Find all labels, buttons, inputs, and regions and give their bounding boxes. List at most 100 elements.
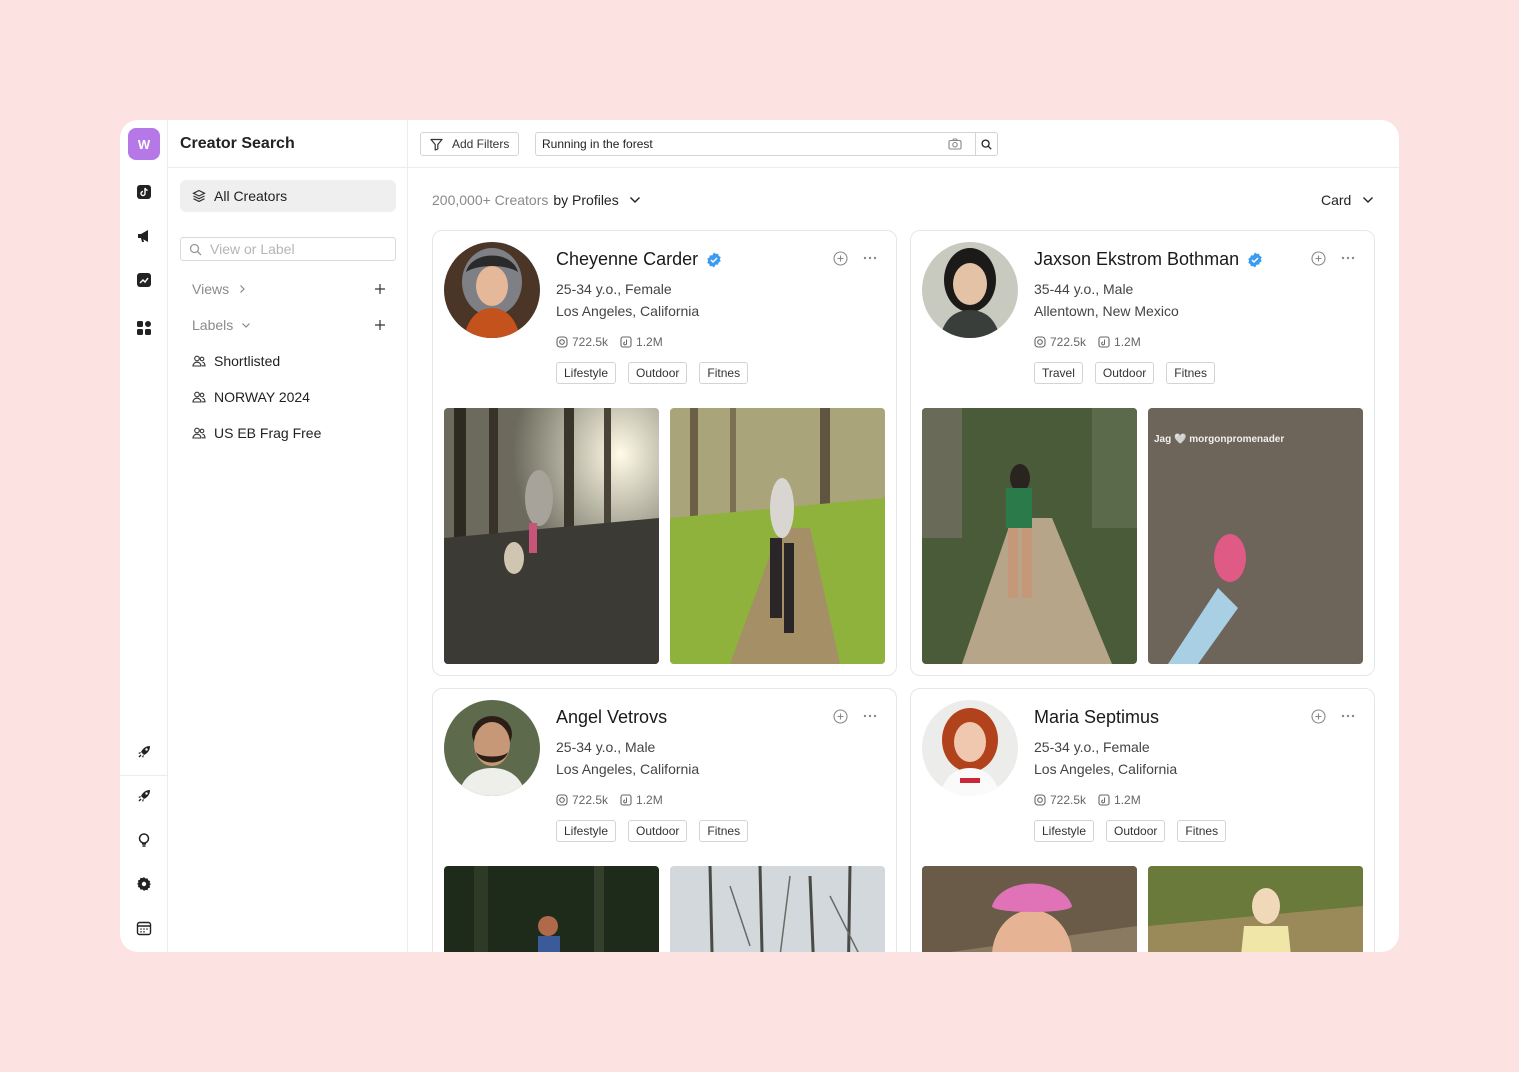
tiktok-icon: [1098, 336, 1110, 348]
labels-section[interactable]: Labels: [192, 315, 388, 335]
plus-circle-icon: [832, 250, 848, 266]
avatar[interactable]: [922, 700, 1018, 796]
creator-card[interactable]: Jaxson Ekstrom Bothman 35-44 y.o., Male …: [910, 230, 1375, 676]
search-input[interactable]: [536, 137, 936, 151]
add-to-list-button[interactable]: [831, 249, 849, 267]
add-label-button[interactable]: [372, 317, 388, 333]
results-count: 200,000+ Creators: [432, 192, 549, 208]
label-item[interactable]: US EB Frag Free: [192, 423, 321, 443]
creator-location: Allentown, New Mexico: [1034, 303, 1179, 319]
creator-card[interactable]: Cheyenne Carder 25-34 y.o., Female Los A…: [432, 230, 897, 676]
add-filters-label: Add Filters: [452, 137, 510, 151]
instagram-icon: [1034, 336, 1046, 348]
view-label-search-input[interactable]: [210, 241, 390, 257]
add-to-list-button[interactable]: [1309, 707, 1327, 725]
results-summary: 200,000+ Creators by Profiles: [432, 190, 641, 210]
instagram-followers: 722.5k: [1050, 335, 1087, 349]
view-mode-selector[interactable]: Card: [1321, 190, 1374, 210]
rocket-icon[interactable]: [134, 786, 154, 806]
add-filters-button[interactable]: Add Filters: [420, 132, 519, 156]
tiktok-stat: 1.2M: [620, 793, 663, 807]
plus-circle-icon: [1310, 708, 1326, 724]
add-view-button[interactable]: [372, 281, 388, 297]
creator-stats: 722.5k 1.2M: [1034, 335, 1153, 349]
megaphone-icon[interactable]: [134, 226, 154, 246]
tiktok-followers: 1.2M: [1114, 793, 1141, 807]
views-section-label: Views: [192, 281, 230, 297]
instagram-followers: 722.5k: [572, 335, 609, 349]
label-item[interactable]: NORWAY 2024: [192, 387, 310, 407]
rocket-icon[interactable]: [134, 742, 154, 762]
content-thumbnail[interactable]: [922, 866, 1137, 952]
camera-icon[interactable]: [947, 137, 963, 151]
content-thumbnail[interactable]: Jag 🤍 morgonpromenader: [1148, 408, 1363, 664]
creator-demographics: 25-34 y.o., Female: [1034, 739, 1150, 755]
content-thumbnail[interactable]: [670, 408, 885, 664]
tag[interactable]: Fitnes: [699, 362, 749, 384]
creator-location: Los Angeles, California: [1034, 761, 1178, 777]
avatar[interactable]: [444, 242, 540, 338]
verified-badge-icon: [1248, 252, 1262, 267]
tag[interactable]: Lifestyle: [556, 362, 617, 384]
labels-section-label: Labels: [192, 317, 234, 333]
tag[interactable]: Fitnes: [1166, 362, 1215, 384]
nav-all-creators[interactable]: All Creators: [180, 180, 396, 212]
tag[interactable]: Fitnes: [699, 820, 749, 842]
add-to-list-button[interactable]: [1309, 249, 1327, 267]
creator-location: Los Angeles, California: [556, 761, 700, 777]
chevron-down-icon: [242, 323, 251, 328]
chevron-right-icon: [240, 285, 245, 293]
more-options-button[interactable]: [861, 707, 879, 725]
gear-icon[interactable]: [134, 874, 154, 894]
search-icon: [981, 138, 992, 150]
creator-name-row: Angel Vetrovs: [556, 707, 667, 728]
tag[interactable]: Outdoor: [628, 362, 688, 384]
avatar[interactable]: [444, 700, 540, 796]
creator-card[interactable]: Maria Septimus 25-34 y.o., Female Los An…: [910, 688, 1375, 952]
avatar[interactable]: [922, 242, 1018, 338]
content-thumbnail[interactable]: [444, 408, 659, 664]
tag[interactable]: Outdoor: [628, 820, 688, 842]
apps-icon[interactable]: [134, 318, 154, 338]
more-options-button[interactable]: [861, 249, 879, 267]
instagram-stat: 722.5k: [1034, 793, 1086, 807]
label-item-text: NORWAY 2024: [214, 389, 310, 405]
ellipsis-icon: [863, 714, 877, 718]
search-button[interactable]: [975, 133, 997, 155]
tag[interactable]: Outdoor: [1106, 820, 1166, 842]
content-thumbnail[interactable]: [922, 408, 1137, 664]
content-thumbnail[interactable]: [670, 866, 885, 952]
content-thumbnail[interactable]: [1148, 866, 1363, 952]
group-by-selector[interactable]: by Profiles: [553, 192, 618, 208]
views-section[interactable]: Views: [192, 279, 388, 299]
creator-name[interactable]: Jaxson Ekstrom Bothman: [1034, 249, 1239, 270]
chevron-down-icon: [1363, 197, 1374, 203]
creator-name[interactable]: Angel Vetrovs: [556, 707, 667, 728]
creator-location: Los Angeles, California: [556, 303, 700, 319]
creator-name[interactable]: Maria Septimus: [1034, 707, 1159, 728]
tag[interactable]: Lifestyle: [1034, 820, 1095, 842]
label-item[interactable]: Shortlisted: [192, 351, 280, 371]
workspace-logo[interactable]: W: [128, 128, 160, 160]
analytics-icon[interactable]: [134, 270, 154, 290]
layers-icon: [192, 189, 206, 203]
add-to-list-button[interactable]: [831, 707, 849, 725]
lightbulb-icon[interactable]: [134, 830, 154, 850]
view-label-search: [180, 237, 396, 261]
plus-circle-icon: [832, 708, 848, 724]
tag[interactable]: Fitnes: [1177, 820, 1227, 842]
tag[interactable]: Lifestyle: [556, 820, 617, 842]
chevron-down-icon[interactable]: [629, 196, 641, 204]
tiktok-icon[interactable]: [134, 182, 154, 202]
tag[interactable]: Outdoor: [1094, 362, 1155, 384]
calendar-icon[interactable]: [134, 918, 154, 938]
filter-icon: [430, 138, 443, 151]
more-options-button[interactable]: [1339, 249, 1357, 267]
creator-name[interactable]: Cheyenne Carder: [556, 249, 698, 270]
label-item-text: US EB Frag Free: [214, 425, 322, 441]
more-options-button[interactable]: [1339, 707, 1357, 725]
tag[interactable]: Travel: [1034, 362, 1083, 384]
creator-stats: 722.5k 1.2M: [556, 793, 675, 807]
content-thumbnail[interactable]: [444, 866, 659, 952]
creator-card[interactable]: Angel Vetrovs 25-34 y.o., Male Los Angel…: [432, 688, 897, 952]
